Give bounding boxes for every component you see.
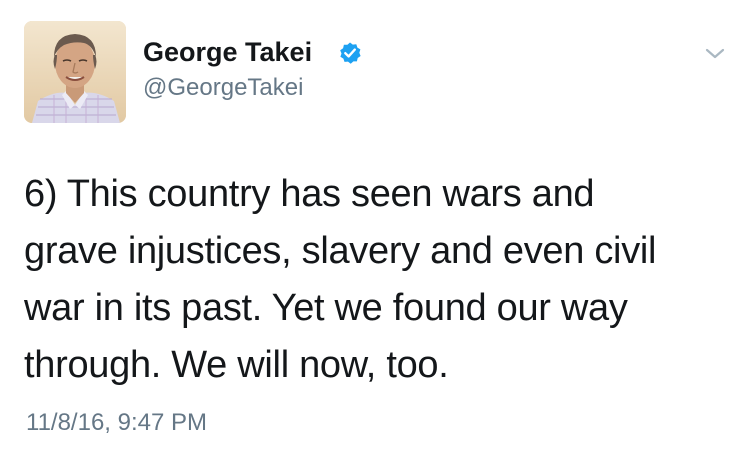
avatar-photo [24, 21, 126, 123]
tweet-text-line: grave injustices, slavery and even civil [24, 230, 657, 272]
chevron-down-icon[interactable] [702, 42, 728, 64]
tweet-card: George Takei @GeorgeTakei 6) This countr… [0, 0, 739, 463]
verified-badge-icon [340, 42, 361, 64]
tweet-text-line: through. We will now, too. [24, 344, 449, 386]
tweet-text-line: 6) This country has seen wars and [24, 173, 595, 215]
avatar[interactable] [24, 21, 126, 123]
author-handle[interactable]: @GeorgeTakei [143, 73, 303, 103]
tweet-text: 6) This country has seen wars and grave … [24, 166, 724, 394]
author-display-name[interactable]: George Takei [143, 36, 312, 68]
tweet-text-line: war in its past. Yet we found our way [24, 287, 628, 329]
tweet-timestamp[interactable]: 11/8/16, 9:47 PM [26, 408, 207, 438]
